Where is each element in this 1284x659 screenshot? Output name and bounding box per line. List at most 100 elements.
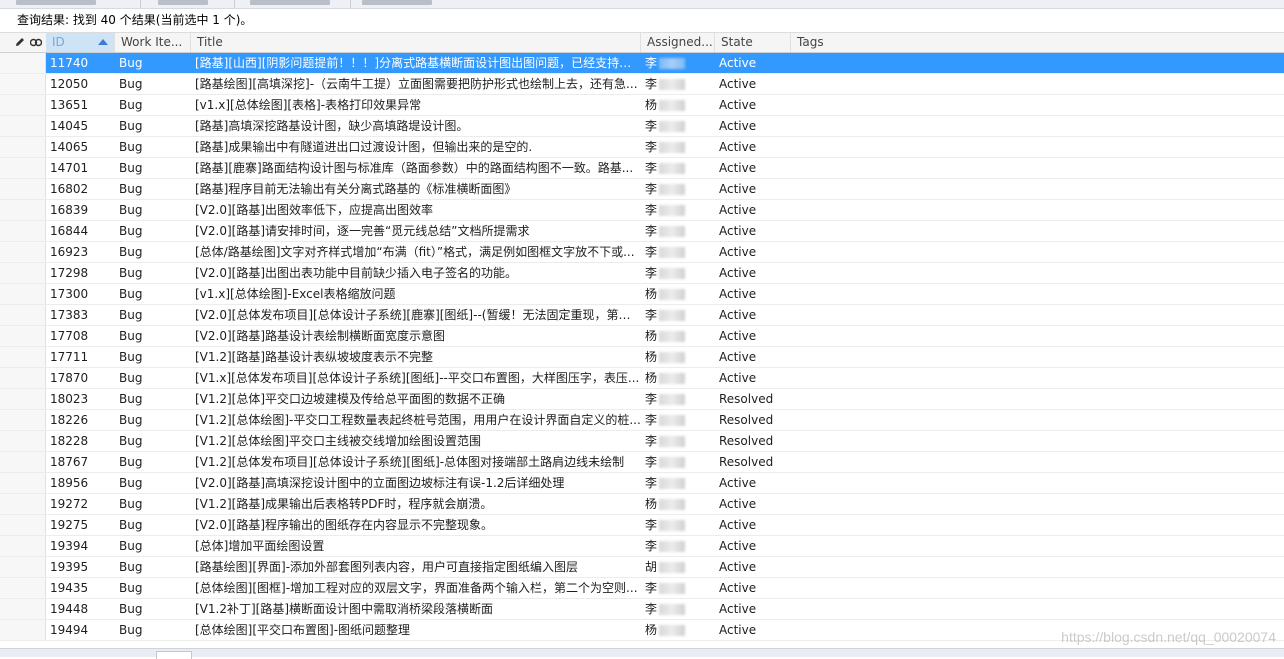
bottom-tab[interactable] [156,651,192,659]
table-row[interactable]: 16923 Bug [总体/路基绘图]文字对齐样式增加“布满（fit）”格式，满足例… [0,242,1284,263]
cell-tags [791,473,1284,493]
table-row[interactable]: 19395 Bug [路基绘图][界面]-添加外部套图列表内容，用户可直接指定图纸编… [0,557,1284,578]
cell-work-item-type: Bug [119,455,143,469]
redacted-name [659,58,686,69]
redacted-name [659,478,686,489]
row-gutter [0,116,46,136]
table-row[interactable]: 12050 Bug [路基绘图][高填深挖]-（云南牛工提）立面图需要把防护形式也绘… [0,74,1284,95]
column-header-work-item-type[interactable]: Work Ite... [115,33,191,52]
cell-id: 18228 [50,434,89,448]
table-row[interactable]: 18023 Bug [V1.2][总体]平交口边坡建模及传给总平面图的数据不正确 李 R… [0,389,1284,410]
cell-title: [V1.2][总体绘图]-平交口工程数量表起终桩号范围，用用户在设计界面自定义的… [195,413,641,427]
table-row[interactable]: 17870 Bug [V1.x][总体发布项目][总体设计子系统][图纸]--平交口… [0,368,1284,389]
cell-tags [791,242,1284,262]
assignee-name: 李 [645,308,658,322]
assignee-name: 李 [645,476,658,490]
cell-title: [V1.2][总体发布项目][总体设计子系统][图纸]-总体图对接端部土路肩边线… [195,455,625,469]
table-row[interactable]: 17711 Bug [V1.2][路基]路基设计表纵坡坡度表示不完整 杨 Active [0,347,1284,368]
table-row[interactable]: 19275 Bug [V2.0][路基]程序输出的图纸存在内容显示不完整现象。 李 Ac… [0,515,1284,536]
cell-assigned-to: 李 [641,536,715,556]
toolbar-button[interactable] [158,0,208,5]
table-row[interactable]: 16802 Bug [路基]程序目前无法输出有关分离式路基的《标准横断面图》 李 Act… [0,179,1284,200]
table-row[interactable]: 14065 Bug [路基]成果输出中有隧道进出口过渡设计图，但输出来的是空的. 李 A… [0,137,1284,158]
row-gutter [0,326,46,346]
column-header-assigned-to[interactable]: Assigned... [641,33,715,52]
table-row[interactable]: 16844 Bug [V2.0][路基]请安排时间，逐一完善“觅元线总结”文档所提需… [0,221,1284,242]
link-icon [30,38,42,47]
row-gutter [0,620,46,640]
table-row[interactable]: 18228 Bug [V1.2][总体绘图]平交口主线被交线增加绘图设置范围 李 Res… [0,431,1284,452]
toolbar-button[interactable] [362,0,432,5]
table-row[interactable]: 11740 Bug [路基][山西][阴影问题提前！！！]分离式路基横断面设计图出图… [0,53,1284,74]
toolbar-separator [140,0,141,8]
cell-work-item-type: Bug [119,518,143,532]
table-row[interactable]: 17298 Bug [V2.0][路基]出图出表功能中目前缺少插入电子签名的功能。 李… [0,263,1284,284]
table-row[interactable]: 17300 Bug [v1.x][总体绘图]-Excel表格缩放问题 杨 Active [0,284,1284,305]
redacted-name [659,562,686,573]
column-header-title[interactable]: Title [191,33,641,52]
table-row[interactable]: 19272 Bug [V1.2][路基]成果输出后表格转PDF时，程序就会崩溃。 杨 A… [0,494,1284,515]
table-row[interactable]: 18767 Bug [V1.2][总体发布项目][总体设计子系统][图纸]-总体图对… [0,452,1284,473]
assignee-name: 李 [645,140,658,154]
cell-work-item-type: Bug [119,476,143,490]
cell-id: 14045 [50,119,89,133]
cell-state: Active [719,98,757,112]
redacted-name [659,457,686,468]
cell-id: 14065 [50,140,89,154]
row-gutter [0,431,46,451]
cell-id: 17300 [50,287,89,301]
cell-work-item-type: Bug [119,98,143,112]
table-row[interactable]: 19394 Bug [总体]增加平面绘图设置 李 Active [0,536,1284,557]
cell-id: 16839 [50,203,89,217]
cell-tags [791,158,1284,178]
cell-state: Resolved [719,392,774,406]
assignee-name: 李 [645,602,658,616]
cell-assigned-to: 杨 [641,347,715,367]
row-gutter [0,95,46,115]
cell-work-item-type: Bug [119,224,143,238]
table-row[interactable]: 19448 Bug [V1.2补丁][路基]横断面设计图中需取消桥梁段落横断面 李 Ac… [0,599,1284,620]
cell-id: 18956 [50,476,89,490]
cell-id: 19448 [50,602,89,616]
table-row[interactable]: 18226 Bug [V1.2][总体绘图]-平交口工程数量表起终桩号范围，用用户在… [0,410,1284,431]
redacted-name [659,436,686,447]
cell-work-item-type: Bug [119,602,143,616]
cell-state: Active [719,224,757,238]
assignee-name: 杨 [645,371,658,385]
redacted-name [659,499,686,510]
redacted-name [659,226,686,237]
table-row[interactable]: 14045 Bug [路基]高填深挖路基设计图，缺少高填路堤设计图。 李 Active [0,116,1284,137]
watermark: https://blog.csdn.net/qq_00020074 [1061,629,1276,645]
cell-tags [791,53,1284,73]
cell-state: Active [719,140,757,154]
table-row[interactable]: 18956 Bug [V2.0][路基]高填深挖设计图中的立面图边坡标注有误-1.2… [0,473,1284,494]
table-row[interactable]: 17383 Bug [V2.0][总体发布项目][总体设计子系统][鹿寨][图纸]-… [0,305,1284,326]
column-header-id[interactable]: ID [46,33,115,52]
cell-tags [791,368,1284,388]
redacted-name [659,541,686,552]
table-row[interactable]: 14701 Bug [路基][鹿寨]路面结构设计图与标准库（路面参数）中的路面结构图… [0,158,1284,179]
cell-title: [V2.0][路基]出图效率低下，应提高出图效率 [195,203,434,217]
assignee-name: 杨 [645,329,658,343]
row-gutter [0,179,46,199]
cell-work-item-type: Bug [119,560,143,574]
results-grid-header: ID Work Ite... Title Assigned... State T… [0,32,1284,53]
cell-tags [791,263,1284,283]
cell-assigned-to: 李 [641,116,715,136]
toolbar-button[interactable] [250,0,330,5]
assignee-name: 李 [645,518,658,532]
redacted-name [659,604,686,615]
redacted-name [659,583,686,594]
row-gutter [0,599,46,619]
table-row[interactable]: 17708 Bug [V2.0][路基]路基设计表绘制横断面宽度示意图 杨 Active [0,326,1284,347]
table-row[interactable]: 13651 Bug [v1.x][总体绘图][表格]-表格打印效果异常 杨 Active [0,95,1284,116]
column-header-state[interactable]: State [715,33,791,52]
toolbar-separator [234,0,235,8]
redacted-name [659,394,686,405]
table-row[interactable]: 16839 Bug [V2.0][路基]出图效率低下，应提高出图效率 李 Active [0,200,1284,221]
cell-state: Active [719,518,757,532]
column-header-tags[interactable]: Tags [791,33,1284,52]
cell-work-item-type: Bug [119,161,143,175]
toolbar-button[interactable] [16,0,96,5]
table-row[interactable]: 19435 Bug [总体绘图][图框]-增加工程对应的双层文字，界面准备两个输入栏… [0,578,1284,599]
